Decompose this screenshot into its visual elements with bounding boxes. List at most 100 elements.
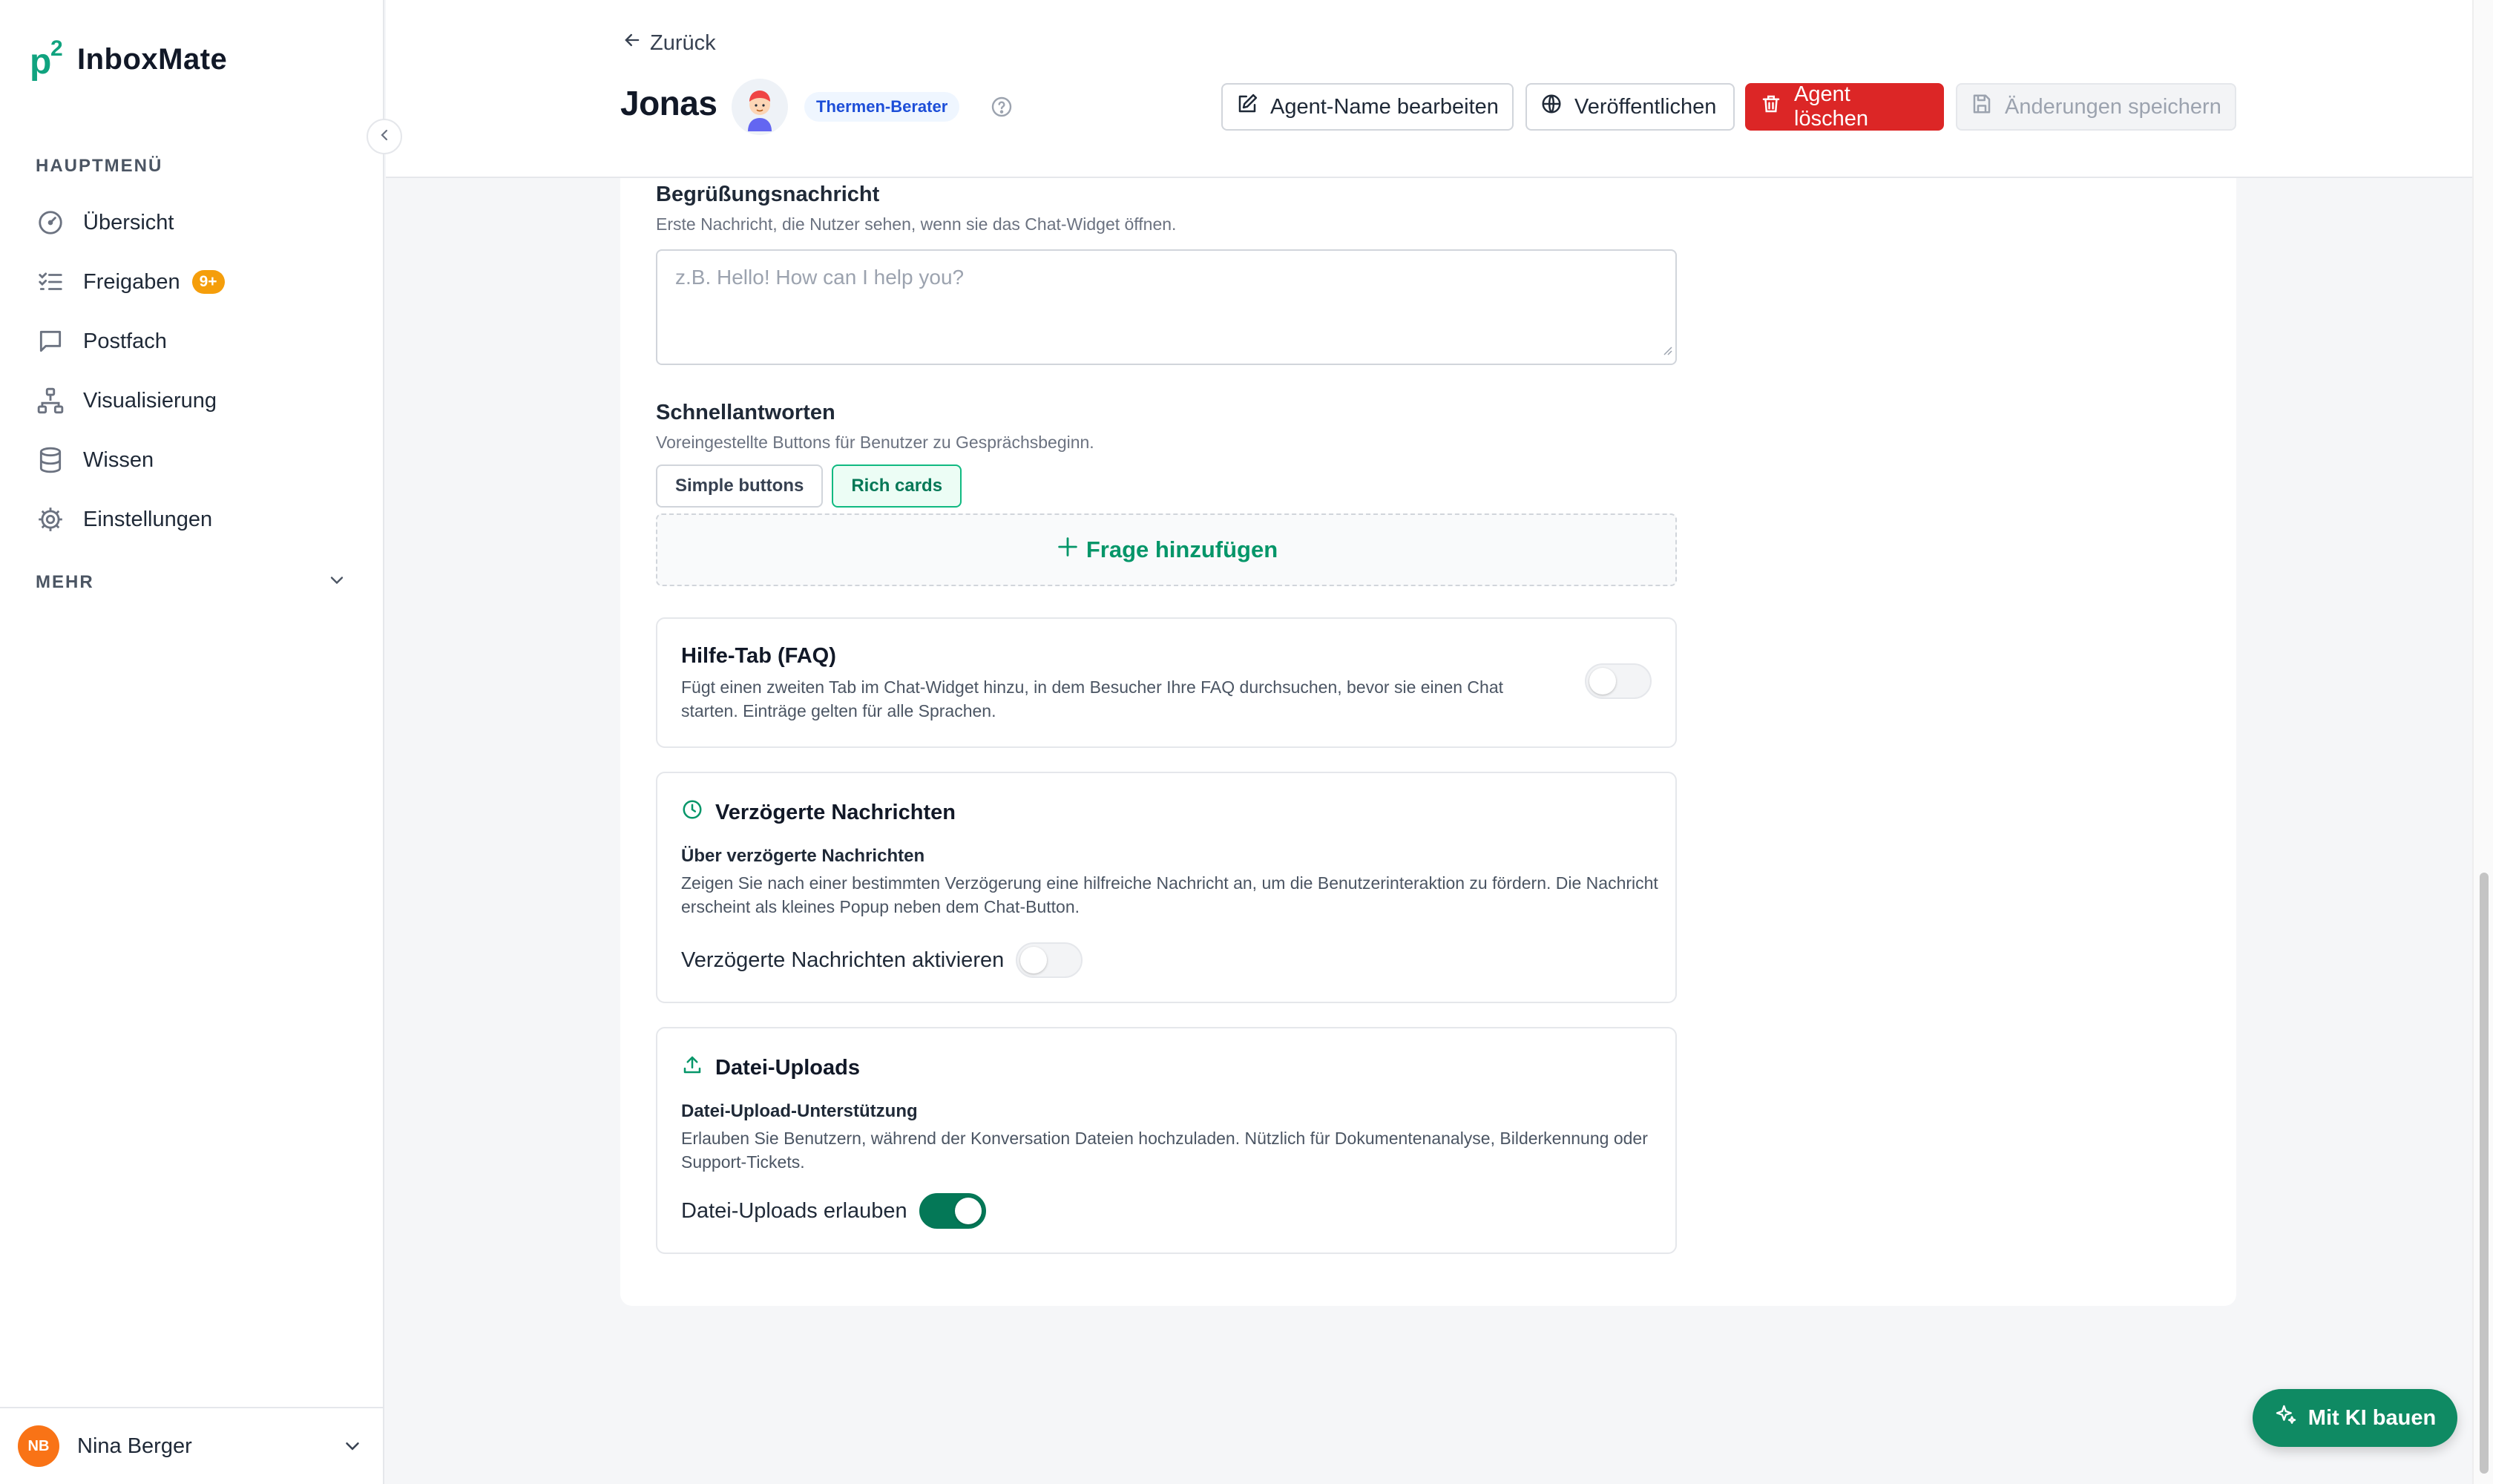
delayed-messages-toggle-label: Verzögerte Nachrichten aktivieren [681, 948, 1005, 972]
delayed-messages-subtitle: Über verzögerte Nachrichten [681, 846, 925, 866]
page-scrollbar[interactable] [2472, 0, 2493, 1484]
delayed-messages-toggle-row: Verzögerte Nachrichten aktivieren [681, 942, 1083, 978]
quick-replies-description: Voreingestellte Buttons für Benutzer zu … [656, 433, 1094, 452]
plus-icon [1055, 534, 1086, 565]
back-label: Zurück [650, 30, 716, 55]
sidebar-item-freigaben[interactable]: Freigaben 9+ [21, 252, 364, 312]
sidebar-item-postfach[interactable]: Postfach [21, 312, 364, 371]
role-badge: Thermen-Berater [804, 92, 960, 122]
app-logo[interactable]: p2 InboxMate [30, 33, 228, 82]
sidebar-item-label: Postfach [83, 329, 167, 353]
file-uploads-description: Erlauben Sie Benutzern, während der Konv… [681, 1129, 1648, 1172]
sidebar-item-label: Einstellungen [83, 507, 213, 531]
sparkles-icon [2274, 1403, 2308, 1433]
file-uploads-header: Datei-Uploads [681, 1054, 860, 1082]
sidebar-item-uebersicht[interactable]: Übersicht [21, 193, 364, 252]
chevron-down-icon [341, 1435, 364, 1461]
file-uploads-toggle[interactable] [919, 1193, 986, 1229]
save-icon [1971, 93, 2005, 121]
quick-replies-mode-toggle: Simple buttons Rich cards [656, 464, 1677, 508]
build-with-ai-button[interactable]: Mit KI bauen [2253, 1389, 2457, 1447]
greeting-title: Begrüßungsnachricht [656, 183, 880, 206]
sidebar-item-label: Wissen [83, 447, 154, 472]
button-label: Veröffentlichen [1574, 94, 1717, 119]
user-name: Nina Berger [77, 1434, 192, 1458]
gear-icon [36, 505, 65, 534]
pending-count-badge: 9+ [191, 270, 225, 294]
mode-simple-buttons[interactable]: Simple buttons [656, 464, 824, 508]
collapse-sidebar-button[interactable] [367, 119, 402, 154]
toggle-knob [954, 1198, 982, 1224]
delayed-messages-title: Verzögerte Nachrichten [715, 800, 956, 824]
scrollbar-thumb[interactable] [2480, 873, 2489, 1474]
sidebar-item-wissen[interactable]: Wissen [21, 430, 364, 490]
delayed-messages-toggle[interactable] [1016, 942, 1083, 978]
section-label-main: HAUPTMENÜ [36, 156, 163, 176]
agent-avatar [732, 79, 788, 135]
file-uploads-subtitle: Datei-Upload-Unterstützung [681, 1101, 918, 1121]
help-icon[interactable] [990, 95, 1014, 122]
greeting-placeholder: z.B. Hello! How can I help you? [675, 266, 965, 289]
chat-bubble-icon [36, 326, 65, 356]
edit-icon [1236, 93, 1270, 121]
hierarchy-icon [36, 386, 65, 416]
mode-rich-cards[interactable]: Rich cards [832, 464, 962, 508]
gauge-icon [36, 208, 65, 237]
page-title: Jonas [620, 84, 717, 122]
file-uploads-toggle-label: Datei-Uploads erlauben [681, 1198, 907, 1223]
fab-label: Mit KI bauen [2308, 1405, 2437, 1430]
button-label: Änderungen speichern [2005, 94, 2221, 119]
greeting-section: Begrüßungsnachricht Erste Nachricht, die… [656, 183, 1677, 365]
checklist-icon [36, 267, 65, 297]
sidebar: p2 InboxMate HAUPTMENÜ Übersicht Freigab… [0, 0, 384, 1484]
sidebar-item-visualisierung[interactable]: Visualisierung [21, 371, 364, 430]
sidebar-item-label: Übersicht [83, 210, 174, 234]
greeting-message-input[interactable]: z.B. Hello! How can I help you? [656, 249, 1677, 365]
trash-icon [1760, 93, 1794, 121]
arrow-left-icon [622, 30, 650, 56]
delayed-messages-header: Verzögerte Nachrichten [681, 798, 956, 827]
sidebar-nav: Übersicht Freigaben 9+ Postfach Visualis… [21, 193, 364, 549]
file-uploads-panel: Datei-Uploads Datei-Upload-Unterstützung… [656, 1027, 1677, 1254]
toggle-knob [1589, 668, 1616, 695]
sidebar-item-einstellungen[interactable]: Einstellungen [21, 490, 364, 549]
delayed-messages-panel: Verzögerte Nachrichten Über verzögerte N… [656, 772, 1677, 1003]
delete-agent-button[interactable]: Agent löschen [1745, 82, 1944, 131]
greeting-description: Erste Nachricht, die Nutzer sehen, wenn … [656, 214, 1177, 234]
chevron-down-icon [326, 570, 347, 594]
add-question-button[interactable]: Frage hinzufügen [656, 513, 1677, 586]
faq-tab-toggle[interactable] [1585, 663, 1652, 699]
section-label-more: MEHR [36, 571, 94, 592]
clock-icon [681, 798, 715, 827]
back-link[interactable]: Zurück [622, 30, 716, 56]
globe-icon [1540, 93, 1574, 121]
database-icon [36, 445, 65, 475]
publish-button[interactable]: Veröffentlichen [1525, 83, 1735, 131]
button-label: Agent löschen [1794, 82, 1868, 131]
file-uploads-title: Datei-Uploads [715, 1055, 860, 1080]
add-question-label: Frage hinzufügen [1085, 536, 1278, 562]
agent-avatar-image [748, 91, 772, 131]
sidebar-item-label: Freigaben [83, 269, 180, 294]
toggle-knob [1020, 947, 1048, 974]
chevron-left-icon [375, 126, 393, 148]
resize-handle-icon[interactable] [1661, 337, 1672, 361]
upload-icon [681, 1054, 715, 1082]
sidebar-item-label: Visualisierung [83, 388, 217, 413]
faq-tab-title: Hilfe-Tab (FAQ) [681, 644, 836, 668]
quick-replies-section: Schnellantworten Voreingestellte Buttons… [656, 401, 1677, 586]
save-changes-button[interactable]: Änderungen speichern [1956, 83, 2236, 131]
file-uploads-toggle-row: Datei-Uploads erlauben [681, 1193, 986, 1229]
delayed-messages-description: Zeigen Sie nach einer bestimmten Verzöge… [681, 873, 1658, 916]
more-section-toggle[interactable]: MEHR [36, 570, 347, 594]
edit-agent-name-button[interactable]: Agent-Name bearbeiten [1221, 83, 1514, 131]
user-menu[interactable]: NB Nina Berger [0, 1407, 384, 1484]
button-label: Agent-Name bearbeiten [1270, 94, 1499, 119]
faq-tab-description: Fügt einen zweiten Tab im Chat-Widget hi… [681, 677, 1503, 720]
page-header: Zurück Jonas Thermen-Berater Agent-Name … [386, 0, 2472, 178]
faq-tab-panel: Hilfe-Tab (FAQ) Fügt einen zweiten Tab i… [656, 617, 1677, 748]
app-name: InboxMate [77, 43, 228, 76]
quick-replies-title: Schnellantworten [656, 401, 835, 424]
avatar: NB [18, 1425, 59, 1467]
logo-mark: p2 [30, 36, 63, 82]
